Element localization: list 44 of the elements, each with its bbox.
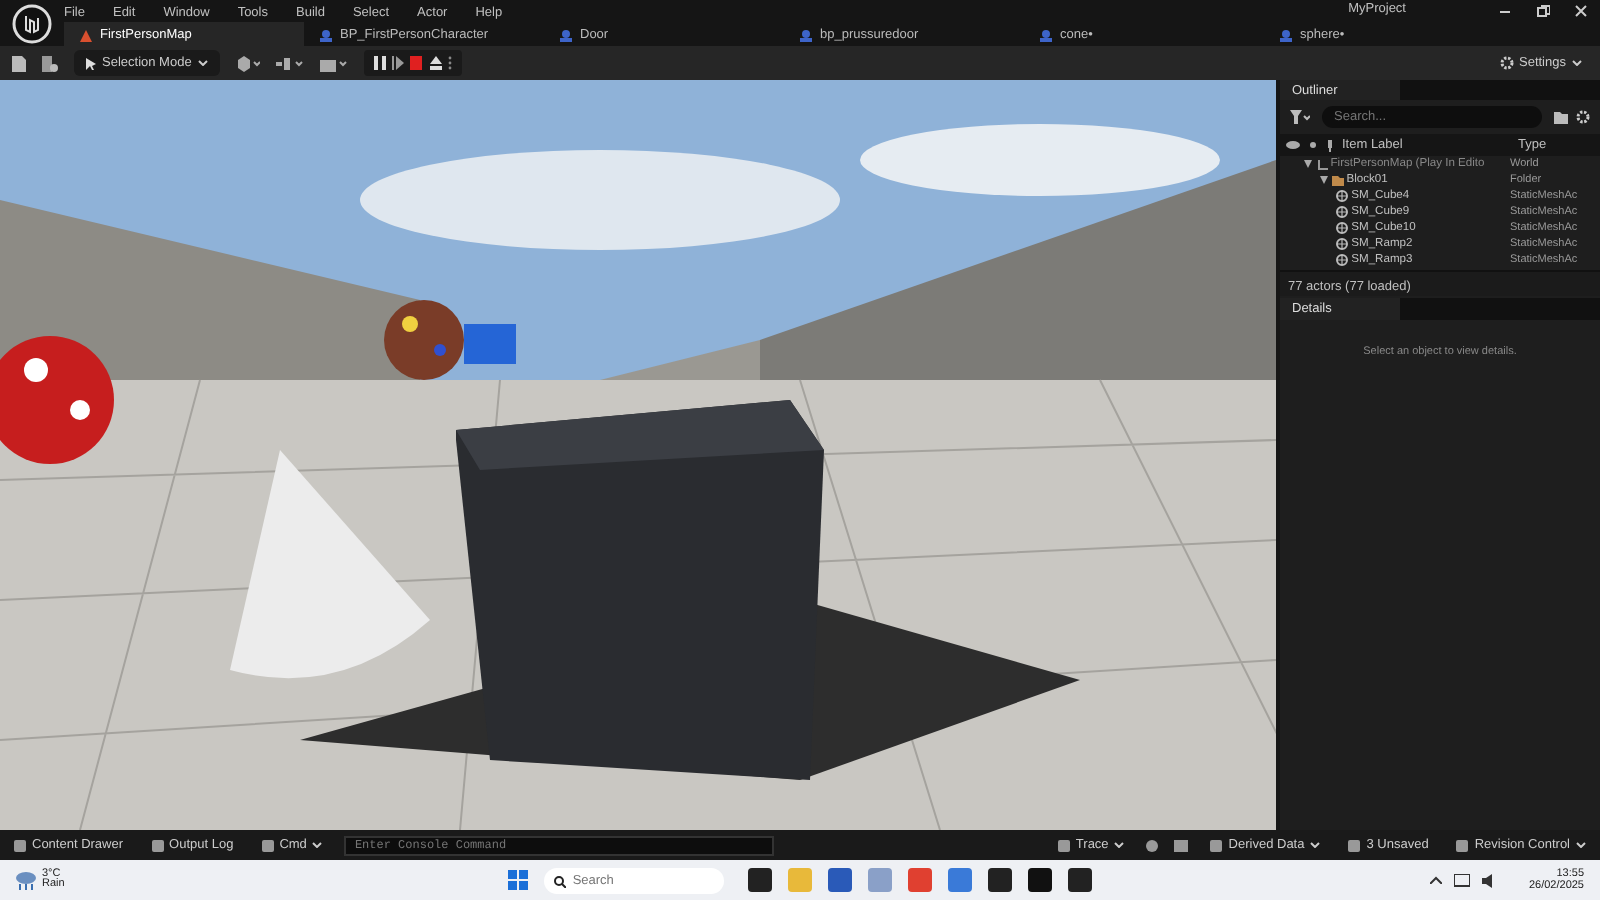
modes-icon[interactable] bbox=[275, 55, 304, 71]
filter-icon[interactable] bbox=[1290, 110, 1310, 124]
blueprint-icon bbox=[1040, 29, 1052, 41]
blueprint-icon bbox=[800, 29, 812, 41]
rain-cloud-icon[interactable] bbox=[16, 871, 36, 889]
record-icon[interactable] bbox=[1146, 839, 1159, 851]
blueprint-icon bbox=[560, 29, 572, 41]
pause-icon[interactable] bbox=[373, 56, 386, 70]
mesh-icon bbox=[1336, 222, 1348, 234]
expanded-arrow-icon[interactable] bbox=[1304, 160, 1312, 168]
mesh-icon bbox=[1336, 206, 1348, 218]
mesh-icon bbox=[1336, 190, 1348, 202]
app-icon[interactable] bbox=[1068, 868, 1093, 892]
add-folder-icon[interactable] bbox=[1554, 111, 1568, 123]
cursor-icon bbox=[86, 57, 96, 69]
search-icon bbox=[554, 875, 567, 887]
add-content-icon[interactable] bbox=[235, 55, 260, 71]
blueprint-icon bbox=[1280, 29, 1292, 41]
chevron-down-icon bbox=[312, 842, 323, 848]
chevron-down-icon bbox=[1572, 60, 1582, 66]
mesh-icon bbox=[1336, 238, 1348, 250]
step-icon[interactable] bbox=[392, 56, 405, 70]
save-icon[interactable] bbox=[12, 55, 26, 71]
mesh-icon bbox=[1336, 254, 1348, 266]
chevron-up-icon[interactable] bbox=[1430, 876, 1443, 884]
settings-icon bbox=[1499, 56, 1513, 70]
stop-icon[interactable] bbox=[410, 56, 423, 70]
close-icon[interactable] bbox=[1574, 4, 1588, 18]
pin-icon[interactable] bbox=[1326, 139, 1334, 151]
expanded-arrow-icon[interactable] bbox=[1320, 176, 1328, 184]
chevron-down-icon bbox=[1576, 842, 1586, 848]
eject-icon[interactable] bbox=[429, 56, 442, 70]
chevron-down-icon bbox=[1114, 842, 1125, 848]
settings-icon[interactable] bbox=[1576, 110, 1590, 124]
blueprint-icon bbox=[320, 29, 332, 41]
app-icon[interactable] bbox=[1028, 868, 1053, 892]
chevron-down-icon bbox=[1310, 842, 1321, 848]
chevron-down-icon bbox=[197, 60, 208, 66]
speaker-icon[interactable] bbox=[1482, 873, 1497, 887]
restore-icon[interactable] bbox=[1536, 4, 1550, 18]
eye-icon[interactable] bbox=[1286, 140, 1300, 150]
start-icon[interactable] bbox=[508, 870, 529, 890]
app-icon[interactable] bbox=[988, 868, 1013, 892]
more-icon[interactable] bbox=[447, 56, 452, 70]
